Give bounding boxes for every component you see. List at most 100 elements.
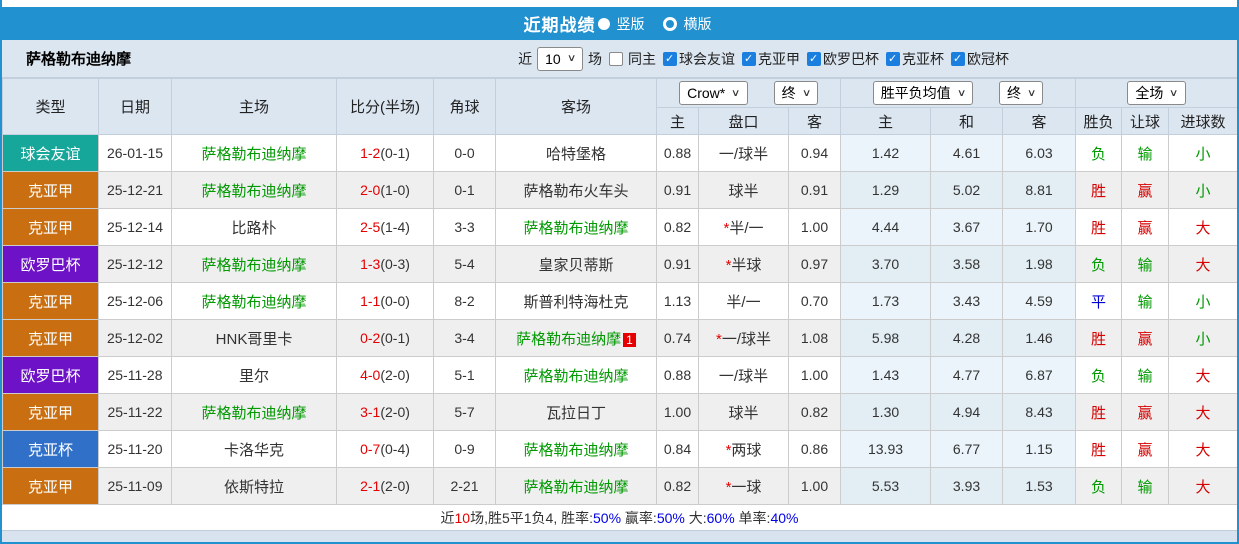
match-date: 26-01-15: [98, 134, 172, 172]
summary-segment: 10: [454, 509, 471, 526]
match-date: 25-11-22: [98, 393, 172, 431]
checkbox-icon[interactable]: [951, 51, 965, 66]
avg-type-select[interactable]: 胜平负均值 ∨: [872, 81, 974, 105]
avg-lose-odds: 1.98: [1002, 245, 1077, 283]
filter-checkbox-checked[interactable]: 球会友谊: [663, 49, 735, 69]
checkbox-icon[interactable]: [886, 51, 900, 66]
chevron-down-icon: ∨: [566, 53, 577, 64]
result-handicap: 输: [1121, 134, 1170, 172]
halftime-score: (2-0): [380, 404, 410, 420]
checkbox-label[interactable]: 欧冠杯: [967, 49, 1009, 69]
halftime-score: (0-3): [380, 256, 410, 272]
filter-checkbox-checked[interactable]: 克亚杯: [886, 49, 944, 69]
panel-title: 近期战绩: [523, 16, 596, 35]
table-row: 克亚杯 25-11-20 卡洛华克 0-7(0-4) 0-9 萨格勒布迪纳摩 0…: [2, 430, 1237, 468]
checkbox-label[interactable]: 同主: [628, 49, 656, 69]
avg-stage-select[interactable]: 终 ∨: [999, 81, 1044, 105]
away-team-name: 萨格勒布迪纳摩: [523, 367, 629, 385]
home-team: 萨格勒布迪纳摩: [171, 171, 337, 209]
avg-draw-odds: 4.94: [930, 393, 1004, 431]
match-date: 25-12-06: [98, 282, 172, 320]
match-date: 25-12-02: [98, 319, 172, 357]
handicap-line: *两球: [698, 430, 789, 468]
filter-checkbox-checked[interactable]: 欧罗巴杯: [807, 49, 879, 69]
corners: 0-9: [433, 430, 496, 468]
avg-lose-odds: 1.15: [1002, 430, 1077, 468]
league-badge: 欧罗巴杯: [2, 245, 99, 283]
odds-stage-select[interactable]: 终 ∨: [773, 81, 818, 105]
header-score: 比分(半场): [336, 78, 434, 135]
result-wdl: 负: [1075, 467, 1123, 505]
match-score: 4-0(2-0): [336, 356, 434, 394]
result-wdl: 负: [1075, 245, 1123, 283]
halftime-score: (0-0): [380, 293, 410, 309]
checkbox-icon[interactable]: [807, 51, 821, 66]
corners: 5-1: [433, 356, 496, 394]
table-row: 欧罗巴杯 25-11-28 里尔 4-0(2-0) 5-1 萨格勒布迪纳摩 0.…: [2, 356, 1237, 394]
checkbox-label[interactable]: 克亚杯: [902, 49, 944, 69]
odds-stage-value: 终: [781, 85, 796, 101]
handicap-away-odds: 0.97: [787, 245, 842, 283]
match-score: 1-3(0-3): [336, 245, 434, 283]
handicap-home-odds: 0.74: [656, 319, 699, 357]
filter-checkbox-checked[interactable]: 克亚甲: [742, 49, 800, 69]
header-type: 类型: [2, 78, 99, 135]
results-table: 类型 日期 主场 比分(半场) 角球 客场 Crow* ∨ 终 ∨ 胜平负均值 …: [2, 78, 1237, 505]
avg-win-odds: 3.70: [840, 245, 932, 283]
handicap-line: *一/球半: [698, 319, 789, 357]
summary-segment: 40%: [770, 509, 799, 526]
filter-checkbox-checked[interactable]: 欧冠杯: [951, 49, 1009, 69]
match-score: 2-1(2-0): [336, 467, 434, 505]
avg-lose-odds: 6.87: [1002, 356, 1077, 394]
radio-selected-icon[interactable]: [597, 18, 610, 31]
away-team: 斯普利特海杜克: [495, 282, 657, 320]
result-wdl: 胜: [1075, 208, 1123, 246]
fulltime-score: 3-1: [360, 404, 381, 420]
filter-controls: 近 10 ∨ 场 同主 球会友谊 克亚甲 欧罗巴杯 克亚杯 欧冠杯: [518, 46, 1009, 71]
away-team: 萨格勒布迪纳摩: [495, 467, 657, 505]
checkbox-label[interactable]: 欧罗巴杯: [823, 49, 879, 69]
card-count-badge: 1: [623, 332, 636, 347]
handicap-home-odds: 0.91: [656, 171, 699, 209]
away-team: 萨格勒布迪纳摩: [495, 208, 657, 246]
table-row: 克亚甲 25-12-06 萨格勒布迪纳摩 1-1(0-0) 8-2 斯普利特海杜…: [2, 282, 1237, 320]
match-date: 25-12-12: [98, 245, 172, 283]
scope-select[interactable]: 全场 ∨: [1127, 81, 1186, 105]
result-handicap: 赢: [1121, 393, 1170, 431]
home-team: 里尔: [171, 356, 337, 394]
radio-label[interactable]: 横版: [684, 16, 712, 32]
corners: 0-0: [433, 134, 496, 172]
table-header: 类型 日期 主场 比分(半场) 角球 客场 Crow* ∨ 终 ∨ 胜平负均值 …: [2, 78, 1237, 135]
handicap-line: 半/一: [698, 282, 789, 320]
handicap-line: *半/一: [698, 208, 789, 246]
away-team: 瓦拉日丁: [495, 393, 657, 431]
checkbox-label[interactable]: 克亚甲: [758, 49, 800, 69]
table-row: 克亚甲 25-12-02 HNK哥里卡 0-2(0-1) 3-4 萨格勒布迪纳摩…: [2, 319, 1237, 357]
checkbox-label[interactable]: 球会友谊: [679, 49, 735, 69]
match-score: 3-1(2-0): [336, 393, 434, 431]
match-score: 2-0(1-0): [336, 171, 434, 209]
average-odds-header-group: 胜平负均值 ∨ 终 ∨: [840, 78, 1077, 108]
odds-company-select[interactable]: Crow* ∨: [679, 81, 748, 105]
checkbox-icon[interactable]: [663, 51, 677, 66]
fulltime-score: 1-2: [360, 145, 381, 161]
summary-segment: 赢率:: [621, 509, 657, 526]
fulltime-score: 0-7: [360, 441, 381, 457]
fulltime-score: 0-2: [360, 330, 381, 346]
filter-checkbox-unchecked[interactable]: 同主: [609, 49, 656, 69]
radio-unselected-icon[interactable]: [662, 17, 677, 32]
away-team: 萨格勒布火车头: [495, 171, 657, 209]
result-handicap: 赢: [1121, 319, 1170, 357]
result-handicap: 赢: [1121, 208, 1170, 246]
recent-count-select[interactable]: 10 ∨: [537, 46, 583, 71]
checkbox-icon[interactable]: [742, 51, 756, 66]
checkbox-icon[interactable]: [609, 51, 623, 66]
radio-label[interactable]: 竖版: [617, 16, 645, 32]
result-wdl: 负: [1075, 356, 1123, 394]
corners: 5-4: [433, 245, 496, 283]
away-team: 萨格勒布迪纳摩: [495, 356, 657, 394]
scope-value: 全场: [1135, 85, 1164, 101]
result-handicap: 输: [1121, 467, 1170, 505]
handicap-line: 一/球半: [698, 356, 789, 394]
summary-segment: 50%: [656, 509, 685, 526]
